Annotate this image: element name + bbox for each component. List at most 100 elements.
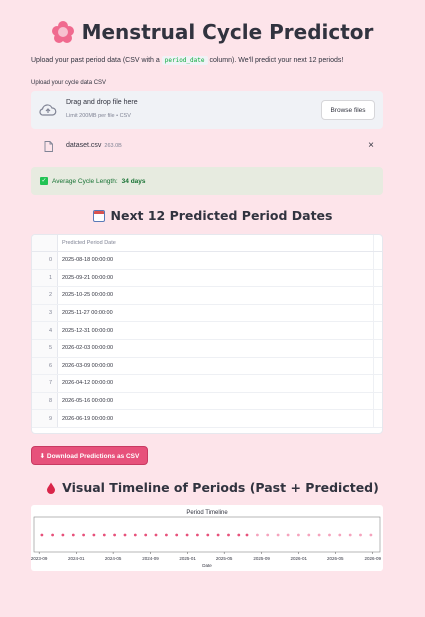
intro-code: period_date [161, 56, 208, 65]
average-cycle-label: Average Cycle Length: [52, 177, 118, 185]
predicted-period-point [276, 533, 280, 537]
predicted-date-cell: 2025-11-27 00:00:00 [58, 304, 374, 322]
calendar-icon [92, 209, 105, 222]
x-tick-label: 2024-09 [142, 556, 159, 561]
x-tick-label: 2024-05 [105, 556, 122, 561]
table-row[interactable]: 1 2025-09-21 00:00:00 [32, 269, 382, 288]
past-period-point [196, 533, 199, 537]
table-row[interactable]: 7 2026-04-12 00:00:00 [32, 375, 382, 393]
past-period-point [113, 533, 116, 537]
past-period-point [237, 533, 241, 537]
x-tick-label: 2025-09 [253, 556, 270, 561]
predicted-date-cell: 2026-05-16 00:00:00 [58, 392, 374, 410]
timeline-svg: Period Timeline 2023-09 2024-01 2024-05 2024… [31, 510, 382, 568]
row-index: 1 [32, 269, 58, 287]
predicted-date-cell: 2025-12-31 00:00:00 [58, 322, 374, 339]
chart-title: Period Timeline [186, 510, 228, 516]
index-header [32, 235, 58, 251]
table-row[interactable]: 8 2026-05-16 00:00:00 [32, 392, 382, 411]
remove-file-close-icon[interactable]: × [368, 140, 374, 151]
predicted-period-point [307, 533, 311, 537]
timeline-heading-text: Visual Timeline of Periods (Past + Predi… [62, 480, 379, 495]
predicted-date-cell: 2025-10-25 00:00:00 [58, 287, 374, 304]
past-period-point [144, 533, 148, 537]
table-row[interactable]: 2 2025-10-25 00:00:00 [32, 287, 382, 305]
cloud-upload-icon [39, 104, 57, 116]
predicted-period-point [359, 533, 362, 537]
average-cycle-alert: ✓ Average Cycle Length: 34 days [31, 167, 383, 195]
page-title-text: Menstrual Cycle Predictor [81, 20, 374, 44]
x-tick-label: 2023-09 [31, 556, 48, 561]
x-tick-label: 2026-09 [364, 556, 381, 561]
x-tick-label: 2025-01 [179, 556, 196, 561]
x-tick-label: 2025-05 [216, 556, 233, 561]
past-period-point [92, 533, 96, 537]
page-title: Menstrual Cycle Predictor [0, 20, 425, 44]
file-dropzone[interactable]: Drag and drop file here Limit 200MB per … [31, 91, 383, 129]
predicted-period-point [317, 533, 321, 537]
table-row[interactable]: 3 2025-11-27 00:00:00 [32, 304, 382, 323]
predicted-date-cell: 2026-03-09 00:00:00 [58, 357, 374, 375]
check-icon: ✓ [40, 177, 48, 185]
timeline-heading: Visual Timeline of Periods (Past + Predi… [0, 480, 425, 495]
row-index: 0 [32, 252, 58, 269]
past-period-point [227, 533, 230, 537]
intro-after: column). We'll predict your next 12 peri… [209, 57, 344, 64]
predictions-heading: Next 12 Predicted Period Dates [0, 208, 425, 223]
predicted-date-cell: 2025-09-21 00:00:00 [58, 269, 374, 287]
intro-before: Upload your past period data (CSV with a [31, 57, 160, 64]
table-row[interactable]: 0 2025-08-18 00:00:00 [32, 252, 382, 270]
table-row[interactable]: 5 2026-02-03 00:00:00 [32, 339, 382, 358]
file-name-text: dataset.csv [66, 142, 102, 149]
column-header[interactable]: Predicted Period Date [58, 235, 374, 251]
past-period-point [175, 533, 179, 537]
past-period-point [102, 533, 106, 537]
predicted-date-cell: 2025-08-18 00:00:00 [58, 252, 374, 269]
past-period-point [123, 533, 127, 537]
intro-text: Upload your past period data (CSV with a… [31, 56, 344, 65]
x-tick-label: 2026-05 [327, 556, 344, 561]
predicted-period-point [328, 533, 331, 537]
past-period-point [185, 533, 189, 537]
predicted-period-point [297, 533, 300, 537]
file-icon [44, 141, 53, 152]
predicted-period-point [338, 533, 342, 537]
past-period-point [82, 533, 85, 537]
table-row[interactable]: 6 2026-03-09 00:00:00 [32, 357, 382, 376]
row-index: 4 [32, 322, 58, 339]
uploader-label: Upload your cycle data CSV [31, 80, 107, 86]
row-index: 9 [32, 410, 58, 427]
x-axis-label: Date [202, 563, 212, 568]
predictions-table[interactable]: Predicted Period Date 0 2025-08-18 00:00:… [31, 234, 383, 434]
past-period-point [133, 533, 137, 537]
predicted-period-point [348, 533, 352, 537]
table-header: Predicted Period Date [32, 235, 382, 252]
browse-files-button[interactable]: Browse files [321, 100, 375, 120]
average-cycle-value: 34 days [121, 177, 146, 185]
file-size: 263.0B [104, 143, 122, 149]
x-tick-label: 2024-01 [68, 556, 85, 561]
predicted-date-cell: 2026-04-12 00:00:00 [58, 375, 374, 392]
blood-drop-icon [47, 482, 56, 494]
predicted-period-point [266, 533, 270, 537]
drop-title: Drag and drop file here [66, 99, 138, 106]
past-period-point [61, 533, 65, 537]
row-index: 5 [32, 339, 58, 357]
past-period-point [51, 533, 54, 537]
download-csv-button[interactable]: ⬇ Download Predictions as CSV [31, 446, 148, 465]
predicted-date-cell: 2026-02-03 00:00:00 [58, 339, 374, 357]
table-row[interactable]: 4 2025-12-31 00:00:00 [32, 322, 382, 340]
row-index: 7 [32, 375, 58, 392]
predicted-period-point [256, 533, 259, 537]
predicted-period-point [286, 533, 290, 537]
cherry-blossom-icon [51, 21, 74, 43]
row-index: 3 [32, 304, 58, 322]
row-index: 6 [32, 357, 58, 375]
row-index: 2 [32, 287, 58, 304]
predicted-period-point [369, 533, 373, 537]
predictions-heading-text: Next 12 Predicted Period Dates [110, 208, 333, 223]
past-period-point [154, 533, 158, 537]
table-row[interactable]: 9 2026-06-19 00:00:00 [32, 410, 382, 428]
drop-subtitle: Limit 200MB per file • CSV [66, 113, 131, 119]
uploaded-file: dataset.csv 263.0B × [31, 137, 383, 157]
